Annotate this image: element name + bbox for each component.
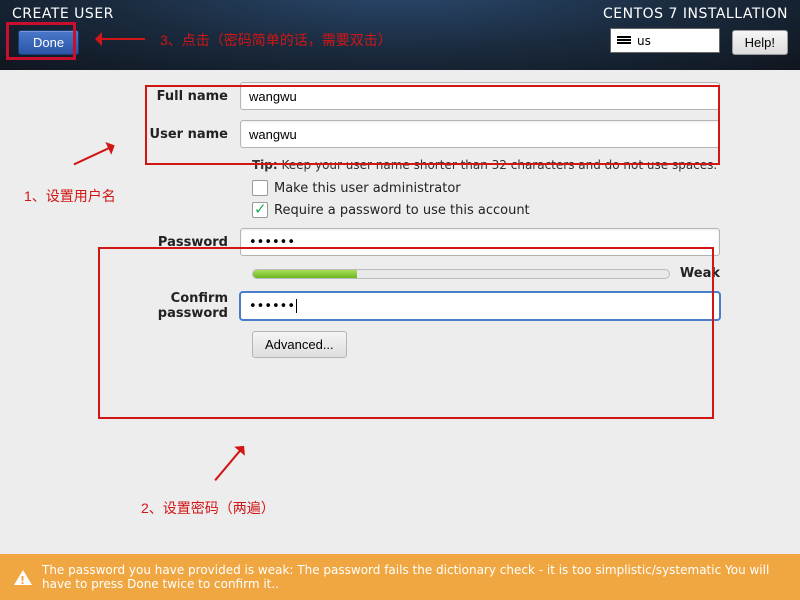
annotation-text-3: 3、点击（密码简单的话，需要双击） bbox=[160, 30, 392, 50]
annotation-text-2: 2、设置密码（两遍） bbox=[141, 498, 275, 518]
make-admin-label: Make this user administrator bbox=[274, 181, 461, 196]
annotation-arrow-2 bbox=[214, 449, 241, 481]
warning-text: The password you have provided is weak: … bbox=[42, 563, 786, 591]
keyboard-layout-label: us bbox=[637, 34, 651, 48]
annotation-box-password bbox=[98, 247, 714, 419]
make-admin-checkbox[interactable] bbox=[252, 180, 268, 196]
annotation-box-username bbox=[145, 85, 720, 165]
help-button[interactable]: Help! bbox=[732, 30, 788, 55]
annotation-arrow-3 bbox=[100, 38, 145, 40]
annotation-box-done bbox=[6, 22, 76, 60]
installer-title: CENTOS 7 INSTALLATION bbox=[603, 6, 788, 22]
warning-bar: The password you have provided is weak: … bbox=[0, 554, 800, 600]
annotation-text-1: 1、设置用户名 bbox=[24, 186, 116, 206]
require-password-label: Require a password to use this account bbox=[274, 203, 530, 218]
keyboard-layout-selector[interactable]: us bbox=[610, 28, 720, 53]
keyboard-icon bbox=[617, 36, 631, 45]
require-password-checkbox[interactable] bbox=[252, 202, 268, 218]
warning-icon bbox=[14, 561, 32, 585]
page-title: CREATE USER bbox=[12, 6, 114, 22]
